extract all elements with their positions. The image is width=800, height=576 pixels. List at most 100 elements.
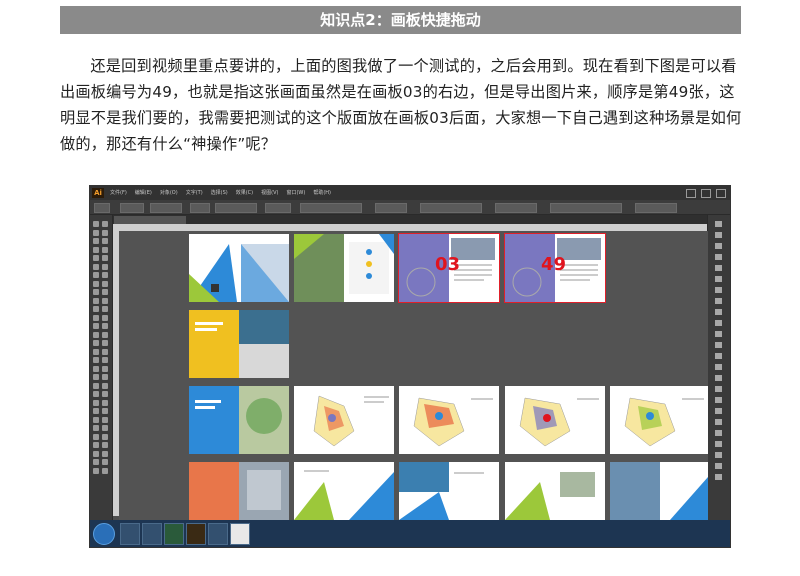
tool-icon[interactable] <box>102 442 108 448</box>
control-field[interactable] <box>150 203 182 213</box>
artboard-03[interactable]: 03 <box>398 233 500 303</box>
artboard[interactable] <box>189 386 289 454</box>
tool-icon[interactable] <box>93 263 99 270</box>
artboard[interactable] <box>294 234 394 302</box>
control-field[interactable] <box>265 203 291 213</box>
artboard[interactable] <box>189 234 289 302</box>
panel-icon[interactable] <box>715 287 722 293</box>
panel-icon[interactable] <box>715 276 722 282</box>
panel-icon[interactable] <box>715 386 722 392</box>
tool-icon[interactable] <box>102 221 108 227</box>
tool-icon[interactable] <box>93 357 99 363</box>
tool-icon[interactable] <box>93 280 99 287</box>
menu-item[interactable]: 文件(F) <box>110 186 127 200</box>
panel-icon[interactable] <box>715 331 722 337</box>
menu-item[interactable]: 视图(V) <box>261 186 278 200</box>
close-icon[interactable] <box>716 189 726 198</box>
panel-icon[interactable] <box>715 353 722 359</box>
panel-icon[interactable] <box>715 375 722 381</box>
tool-icon[interactable] <box>93 229 99 236</box>
tool-icon[interactable] <box>93 467 99 474</box>
panel-icon[interactable] <box>715 419 722 425</box>
taskbar-app-icon[interactable] <box>208 523 228 545</box>
tool-icon[interactable] <box>102 348 108 355</box>
tool-icon[interactable] <box>102 272 108 278</box>
artboard[interactable] <box>399 462 499 520</box>
control-field[interactable] <box>635 203 677 213</box>
artboard[interactable] <box>505 386 605 454</box>
tool-icon[interactable] <box>93 391 99 397</box>
menu-item[interactable]: 效果(C) <box>236 186 253 200</box>
tool-icon[interactable] <box>102 238 108 244</box>
tool-icon[interactable] <box>102 433 108 440</box>
tool-icon[interactable] <box>93 246 99 253</box>
tool-icon[interactable] <box>102 306 108 312</box>
artboard-49[interactable]: 49 <box>504 233 606 303</box>
tool-icon[interactable] <box>93 314 99 321</box>
tool-icon[interactable] <box>102 365 108 372</box>
panel-icon[interactable] <box>715 342 722 348</box>
panel-icon[interactable] <box>715 298 722 304</box>
tool-icon[interactable] <box>93 408 99 414</box>
control-field[interactable] <box>190 203 210 213</box>
tool-icon[interactable] <box>102 467 108 474</box>
tool-icon[interactable] <box>93 425 99 431</box>
tool-icon[interactable] <box>93 238 99 244</box>
tool-icon[interactable] <box>93 297 99 304</box>
panel-icon[interactable] <box>715 441 722 447</box>
tool-icon[interactable] <box>93 382 99 389</box>
tool-icon[interactable] <box>102 297 108 304</box>
start-button-icon[interactable] <box>93 523 115 545</box>
tool-icon[interactable] <box>102 255 108 261</box>
control-field[interactable] <box>94 203 110 213</box>
tool-icon[interactable] <box>93 459 99 465</box>
artboard[interactable] <box>294 386 394 454</box>
tool-icon[interactable] <box>93 374 99 380</box>
tool-icon[interactable] <box>102 399 108 406</box>
tool-icon[interactable] <box>93 289 99 295</box>
taskbar-app-icon[interactable] <box>142 523 162 545</box>
tool-icon[interactable] <box>102 459 108 465</box>
panel-icon[interactable] <box>715 452 722 458</box>
tool-icon[interactable] <box>93 272 99 278</box>
tool-icon[interactable] <box>102 331 108 338</box>
tool-icon[interactable] <box>93 365 99 372</box>
panel-icon[interactable] <box>715 408 722 414</box>
document-tab[interactable] <box>114 216 186 224</box>
control-field[interactable] <box>550 203 622 213</box>
menu-item[interactable]: 编辑(E) <box>135 186 152 200</box>
artboard[interactable] <box>189 310 289 378</box>
tool-icon[interactable] <box>102 416 108 423</box>
panel-icon[interactable] <box>715 430 722 436</box>
taskbar-app-icon[interactable] <box>230 523 250 545</box>
tool-icon[interactable] <box>102 263 108 270</box>
panel-icon[interactable] <box>715 320 722 326</box>
tool-icon[interactable] <box>102 391 108 397</box>
tool-icon[interactable] <box>102 408 108 414</box>
taskbar-app-icon[interactable] <box>120 523 140 545</box>
control-field[interactable] <box>420 203 482 213</box>
artboard[interactable] <box>505 462 605 520</box>
tool-icon[interactable] <box>102 323 108 329</box>
panel-icon[interactable] <box>715 364 722 370</box>
tool-icon[interactable] <box>93 340 99 346</box>
tool-icon[interactable] <box>93 416 99 423</box>
maximize-icon[interactable] <box>701 189 711 198</box>
panel-icon[interactable] <box>715 243 722 249</box>
panel-icon[interactable] <box>715 397 722 403</box>
artboard[interactable] <box>610 462 708 520</box>
control-field[interactable] <box>120 203 144 213</box>
menu-item[interactable]: 窗口(W) <box>286 186 305 200</box>
tool-icon[interactable] <box>102 314 108 321</box>
control-field[interactable] <box>495 203 537 213</box>
control-field[interactable] <box>375 203 407 213</box>
panel-icon[interactable] <box>715 254 722 260</box>
tool-icon[interactable] <box>93 221 99 227</box>
tool-icon[interactable] <box>93 348 99 355</box>
tool-icon[interactable] <box>93 450 99 457</box>
panel-icon[interactable] <box>715 463 722 469</box>
tool-icon[interactable] <box>102 357 108 363</box>
tool-icon[interactable] <box>93 255 99 261</box>
tool-icon[interactable] <box>93 433 99 440</box>
tool-icon[interactable] <box>102 382 108 389</box>
